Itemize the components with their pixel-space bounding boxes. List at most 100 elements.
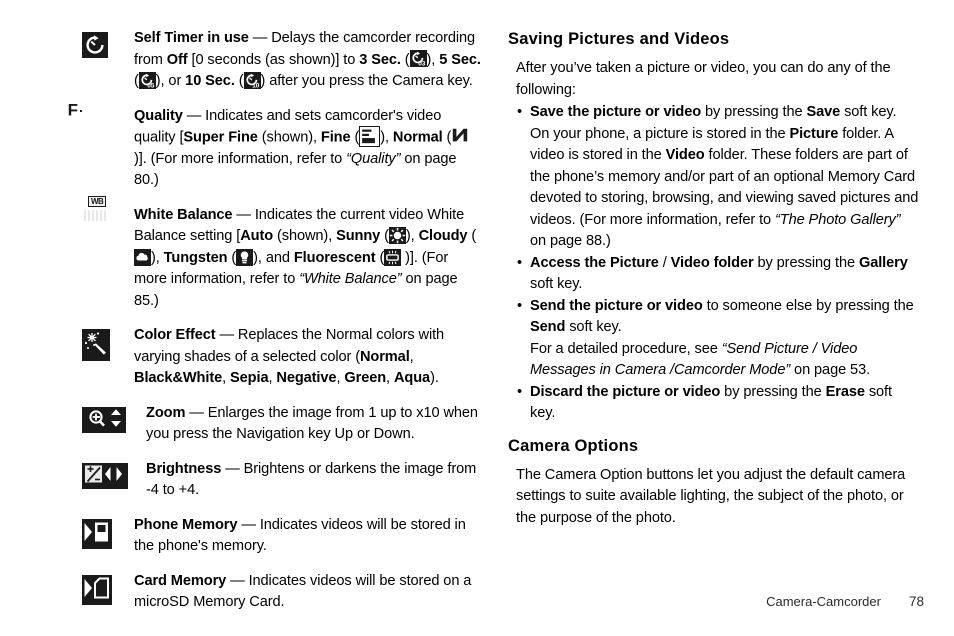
text-run: , <box>222 370 231 387</box>
term-quality: Quality <box>134 107 183 124</box>
svg-text:10: 10 <box>252 82 260 88</box>
bullet-save-picture: Save the picture or video by pressing th… <box>516 102 920 124</box>
term-white-balance: White Balance <box>134 206 233 223</box>
camera-options-paragraph: The Camera Option buttons let you adjust… <box>516 466 906 526</box>
text-run-bold: Picture <box>789 125 839 142</box>
text-run-bold: Fine <box>320 129 351 146</box>
text-run: [0 seconds (as shown)] to <box>187 51 360 68</box>
icon-part <box>83 209 107 222</box>
term-brightness: Brightness <box>146 460 222 477</box>
text-run: ), and <box>253 249 294 266</box>
term-phone-memory: Phone Memory <box>134 516 238 533</box>
list-item-brightness: Brightness — Brightens or darkens the im… <box>82 459 482 502</box>
text-run: on page 53. <box>790 362 871 378</box>
timer-03-icon: 03 <box>409 50 427 68</box>
text-run: soft key. <box>565 319 622 335</box>
page-footer: Camera-Camcorder 78 <box>766 594 924 609</box>
text-run: , <box>386 370 394 387</box>
text-run-italic: “The Photo Gallery” <box>775 211 901 228</box>
icon-cell: S F <box>68 101 134 118</box>
list-item-text: Self Timer in use — Delays the camcorder… <box>134 28 482 93</box>
list-item-text: Card Memory — Indicates videos will be s… <box>134 571 482 614</box>
icon-cell <box>82 325 134 362</box>
text-run: ( <box>234 73 244 89</box>
text-run: by pressing the <box>701 104 807 120</box>
term-zoom: Zoom <box>146 404 186 421</box>
text-run-bold: Off <box>166 51 188 68</box>
svg-text:03: 03 <box>418 61 426 67</box>
text-run: ), or <box>155 73 186 89</box>
text-run: ( <box>227 249 237 266</box>
icon-cell <box>82 403 134 434</box>
bullet-lead: Discard the picture or video <box>530 383 721 400</box>
sub-paragraph-storage: On your phone, a picture is stored in th… <box>530 124 920 253</box>
text-run-bold: Cloudy <box>418 228 468 245</box>
term-card-memory: Card Memory <box>134 572 227 589</box>
text-run: ), <box>405 228 419 245</box>
list-item-quality: S F Quality — Indicates and sets camcord… <box>68 101 482 192</box>
timer-05-icon: 05 <box>138 71 156 89</box>
fluorescent-icon <box>384 248 402 266</box>
text-run: on page 88.) <box>530 233 611 249</box>
text-run: ), <box>380 129 393 146</box>
text-run-bold: Auto <box>240 228 274 245</box>
list-item-card-memory: Card Memory — Indicates videos will be s… <box>82 571 482 614</box>
text-run-bold: Green <box>344 370 387 387</box>
text-run-bold: Save <box>806 104 841 120</box>
zoom-icon <box>82 406 126 433</box>
text-run-bold: 3 Sec. <box>359 51 401 68</box>
bullet-lead: Save the picture or video <box>530 104 702 120</box>
icon-cell <box>82 571 134 606</box>
list-item-zoom: Zoom — Enlarges the image from 1 up to x… <box>82 403 482 446</box>
text-run: by pressing the <box>753 254 859 271</box>
quality-normal-icon <box>451 127 471 146</box>
list-item-text: Zoom — Enlarges the image from 1 up to x… <box>134 403 482 446</box>
icon-cell <box>82 515 134 550</box>
sunny-icon <box>388 227 406 244</box>
text-run: ). <box>430 370 439 387</box>
text-run-bold: Super Fine <box>183 129 258 146</box>
text-run-bold: Erase <box>825 383 865 400</box>
text-run-bold: Black&White <box>134 370 223 387</box>
bullet-access-folder: Access the Picture / Video folder by pre… <box>516 253 920 296</box>
text-run-bold: Video folder <box>670 254 754 271</box>
text-run: )]. (For more information, refer to <box>134 150 347 167</box>
text-run: ) after you press the Camera key. <box>260 73 473 89</box>
left-column: Self Timer in use — Delays the camcorder… <box>68 28 482 627</box>
color-effect-icon <box>82 329 110 362</box>
bullet-send-picture: Send the picture or video to someone els… <box>516 296 920 339</box>
list-item-self-timer: Self Timer in use — Delays the camcorder… <box>82 28 482 93</box>
text-run-italic: “Quality” <box>346 150 401 167</box>
text-run: soft key. <box>530 276 583 292</box>
list-item-text: Color Effect — Replaces the Normal color… <box>134 325 482 390</box>
text-run: — Enlarges the image from 1 up to x10 wh… <box>146 404 478 443</box>
text-run: soft key. <box>840 104 897 120</box>
text-run: to someone else by pressing the <box>702 297 914 314</box>
list-item-text: Phone Memory — Indicates videos will be … <box>134 515 482 558</box>
icon-cell <box>82 28 134 58</box>
self-timer-icon <box>82 32 108 58</box>
icon-glyph-f: F <box>67 100 78 119</box>
bullet-list: Discard the picture or video by pressing… <box>508 382 920 425</box>
text-run: by pressing the <box>720 383 826 400</box>
bullet-lead: Send the picture or video <box>530 297 703 314</box>
list-item-phone-memory: Phone Memory — Indicates videos will be … <box>82 515 482 558</box>
card-memory-icon <box>82 574 112 605</box>
bullet-lead: Access the Picture <box>530 254 659 271</box>
text-run: , <box>409 348 414 365</box>
term-color-effect: Color Effect <box>134 327 216 344</box>
text-run-italic: “White Balance” <box>299 271 402 288</box>
text-run: (shown), <box>257 129 321 146</box>
text-run: ), <box>151 249 164 266</box>
text-run-bold: Normal <box>392 129 443 146</box>
bullet-discard-picture: Discard the picture or video by pressing… <box>516 382 920 425</box>
list-item-text: Quality — Indicates and sets camcorder's… <box>134 106 482 192</box>
icon-cell: WB <box>82 195 134 221</box>
bullet-list: Access the Picture / Video folder by pre… <box>508 253 920 339</box>
icon-glyph-s: S <box>84 100 96 119</box>
text-run-bold: Sepia <box>230 370 269 387</box>
footer-chapter-title: Camera-Camcorder <box>766 594 881 609</box>
text-run: / <box>658 254 671 271</box>
text-run: ( <box>467 228 477 245</box>
text-run-bold: 10 Sec. <box>185 73 235 89</box>
